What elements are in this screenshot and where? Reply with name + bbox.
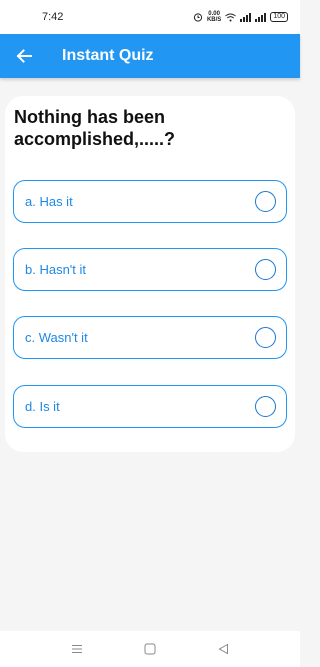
question-text: Nothing has been accomplished,.....?: [14, 107, 176, 149]
radio-circle-icon[interactable]: [255, 396, 276, 417]
battery-icon: 100: [270, 12, 288, 22]
back-triangle-icon: [218, 643, 228, 655]
app-title: Instant Quiz: [62, 47, 154, 64]
home-button[interactable]: [140, 639, 160, 659]
radio-circle-icon[interactable]: [255, 259, 276, 280]
signal-icon-2: [255, 12, 267, 22]
home-square-icon: [144, 643, 156, 655]
option-c[interactable]: c. Wasn't it: [13, 316, 287, 359]
status-bar: 7:42 0.00 KB/S 100: [0, 0, 300, 34]
option-label: d. Is it: [25, 399, 60, 414]
radio-circle-icon[interactable]: [255, 327, 276, 348]
option-label: c. Wasn't it: [25, 330, 88, 345]
option-label: a. Has it: [25, 194, 73, 209]
quiz-card: Nothing has been accomplished,.....? a. …: [5, 96, 295, 452]
radio-circle-icon[interactable]: [255, 191, 276, 212]
option-label: b. Hasn't it: [25, 262, 87, 277]
app-bar: Instant Quiz: [0, 34, 300, 78]
recents-button[interactable]: [67, 639, 87, 659]
option-b[interactable]: b. Hasn't it: [13, 248, 287, 291]
signal-icon: [240, 12, 252, 22]
back-button[interactable]: [2, 34, 46, 78]
back-nav-button[interactable]: [213, 639, 233, 659]
net-speed: 0.00 KB/S: [207, 11, 221, 23]
status-time: 7:42: [42, 11, 64, 23]
arrow-left-icon: [16, 49, 32, 63]
menu-icon: [71, 645, 82, 653]
alarm-icon: [193, 13, 203, 22]
option-d[interactable]: d. Is it: [13, 385, 287, 428]
system-nav-bar: [0, 631, 300, 667]
wifi-icon: [225, 13, 237, 21]
option-a[interactable]: a. Has it: [13, 180, 287, 223]
status-icons: 0.00 KB/S 100: [193, 11, 288, 23]
net-speed-unit: KB/S: [206, 17, 222, 23]
